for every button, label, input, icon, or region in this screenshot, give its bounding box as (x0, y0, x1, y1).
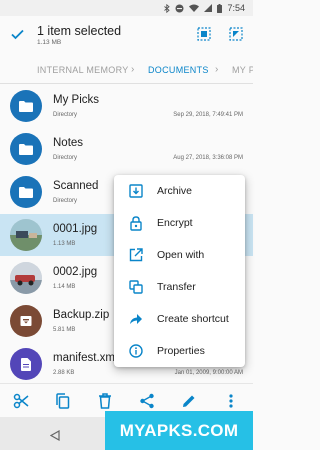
list-item[interactable]: Notes Directory Aug 27, 2018, 3:36:08 PM (0, 128, 253, 170)
menu-item-label: Encrypt (157, 217, 193, 229)
file-name: My Picks (53, 94, 99, 106)
delete-icon[interactable] (96, 392, 114, 410)
bluetooth-icon (164, 3, 171, 13)
file-name: Scanned (53, 180, 99, 192)
breadcrumb-my-picks[interactable]: MY P (232, 65, 253, 75)
select-inverse-icon[interactable] (229, 27, 243, 46)
file-meta: Directory (53, 198, 78, 204)
share-icon[interactable] (138, 392, 156, 410)
file-meta: 5.81 MB (53, 327, 76, 333)
image-thumbnail (10, 262, 42, 294)
file-name: 0001.jpg (53, 223, 98, 235)
menu-item-create-shortcut[interactable]: Create shortcut (114, 303, 245, 335)
list-item[interactable]: My Picks Directory Sep 29, 2018, 7:49:41… (0, 85, 253, 127)
select-all-icon[interactable] (197, 27, 211, 46)
file-name: manifest.xml (53, 352, 118, 364)
selection-size: 1.13 MB (37, 39, 62, 46)
more-icon[interactable] (222, 392, 240, 410)
selection-app-bar: 1 item selected 1.13 MB (0, 16, 253, 54)
copy-icon[interactable] (54, 392, 72, 410)
shortcut-icon (128, 311, 144, 327)
menu-item-properties[interactable]: Properties (114, 335, 245, 367)
edit-icon[interactable] (180, 392, 198, 410)
watermark-banner: MYAPKS.COM (105, 411, 253, 450)
info-icon (128, 343, 144, 359)
breadcrumb-internal-memory[interactable]: INTERNAL MEMORY (37, 65, 129, 75)
menu-item-label: Open with (157, 249, 205, 261)
transfer-icon (128, 279, 144, 295)
document-icon (10, 348, 42, 380)
signal-icon (204, 4, 213, 12)
lock-icon (128, 215, 144, 231)
file-meta: Directory (53, 112, 78, 118)
image-thumbnail (10, 219, 42, 251)
check-icon[interactable] (11, 27, 24, 45)
breadcrumb-documents[interactable]: DOCUMENTS (148, 65, 209, 75)
chevron-right-icon: › (131, 64, 135, 75)
selection-title: 1 item selected (37, 24, 122, 38)
folder-icon (10, 133, 42, 165)
wifi-icon (189, 4, 200, 12)
file-date: Sep 29, 2018, 7:49:41 PM (173, 112, 243, 118)
menu-item-label: Properties (157, 345, 205, 357)
file-name: Notes (53, 137, 84, 149)
menu-item-encrypt[interactable]: Encrypt (114, 207, 245, 239)
cut-icon[interactable] (12, 392, 30, 410)
open-external-icon (128, 247, 144, 263)
file-date: Jan 01, 2009, 9:00:00 AM (174, 370, 243, 376)
file-meta: 2.88 KB (53, 370, 75, 376)
menu-item-label: Archive (157, 185, 193, 197)
menu-item-archive[interactable]: Archive (114, 175, 245, 207)
minus-circle-icon (175, 4, 184, 13)
folder-icon (10, 90, 42, 122)
menu-item-label: Transfer (157, 281, 196, 293)
file-meta: Directory (53, 155, 78, 161)
status-bar: 7:54 (0, 0, 253, 16)
context-menu: Archive Encrypt Open with Transfer Creat… (114, 175, 245, 367)
file-name: 0002.jpg (53, 266, 98, 278)
file-date: Aug 27, 2018, 3:36:08 PM (173, 155, 243, 161)
file-name: Backup.zip (53, 309, 110, 321)
folder-icon (10, 176, 42, 208)
archive-icon (10, 305, 42, 337)
chevron-right-icon: › (215, 64, 219, 75)
breadcrumb: INTERNAL MEMORY › DOCUMENTS › MY P (0, 56, 253, 84)
file-meta: 1.13 MB (53, 241, 76, 247)
menu-item-transfer[interactable]: Transfer (114, 271, 245, 303)
clock-time: 7:54 (227, 3, 245, 13)
archive-icon (128, 183, 144, 199)
menu-item-open-with[interactable]: Open with (114, 239, 245, 271)
battery-icon (217, 3, 223, 13)
file-meta: 1.14 MB (53, 284, 76, 290)
menu-item-label: Create shortcut (157, 313, 229, 325)
back-icon[interactable] (49, 428, 60, 446)
